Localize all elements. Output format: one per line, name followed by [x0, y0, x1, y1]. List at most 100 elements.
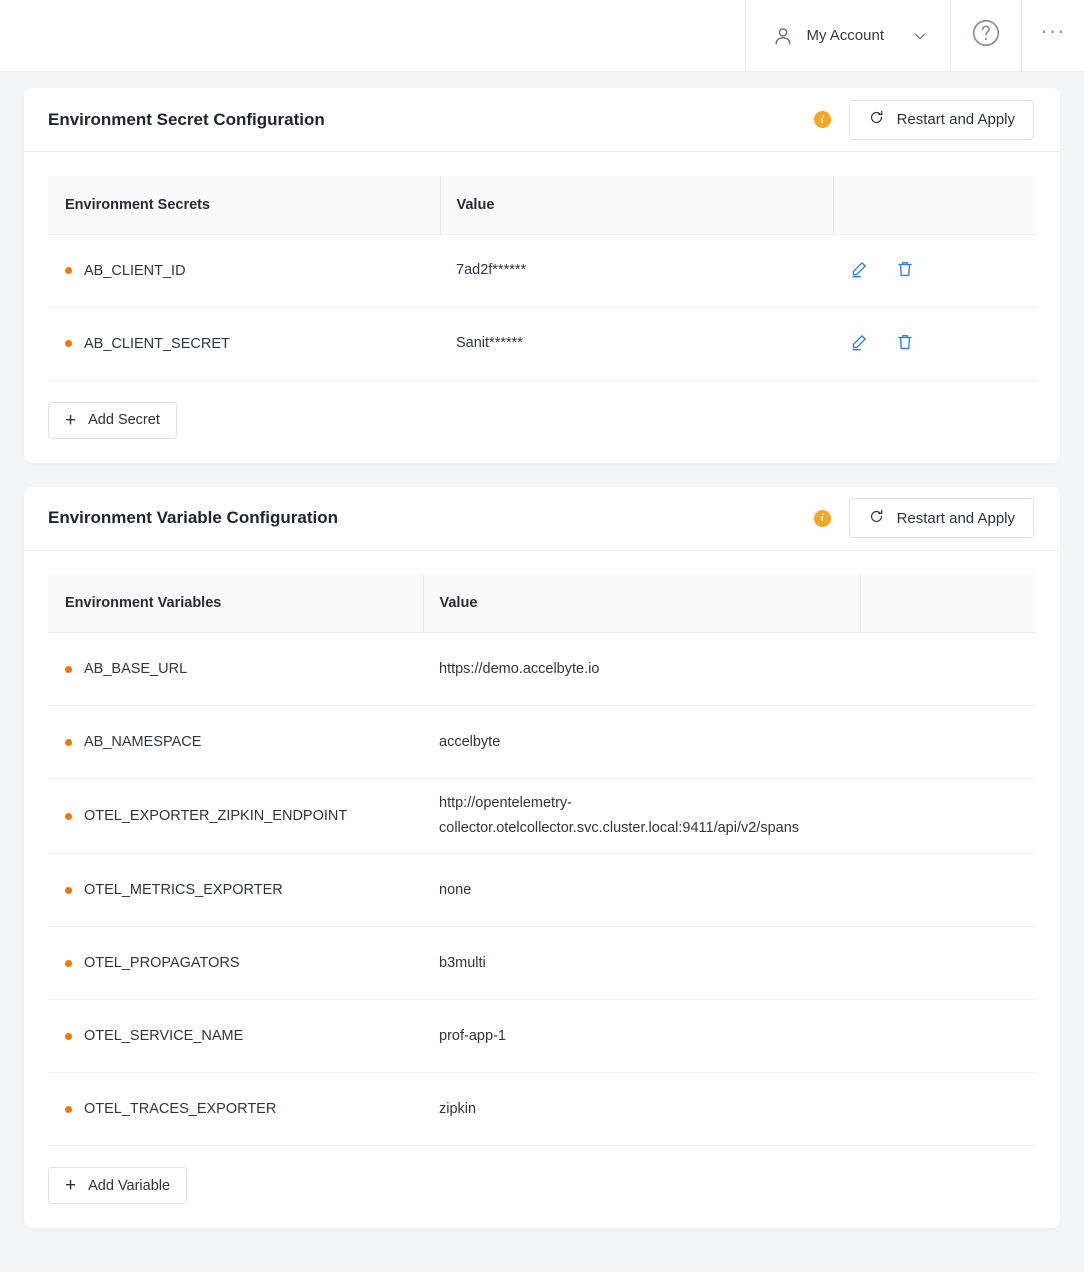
variable-actions-cell: [860, 999, 1036, 1073]
variable-value: accelbyte: [423, 705, 860, 779]
help-circle-icon: [970, 17, 1002, 54]
variable-name: OTEL_EXPORTER_ZIPKIN_ENDPOINT: [84, 808, 348, 824]
variable-name: OTEL_METRICS_EXPORTER: [84, 882, 283, 898]
restart-and-apply-button-secrets[interactable]: Restart and Apply: [848, 99, 1034, 140]
add-variable-button[interactable]: + Add Variable: [48, 1167, 188, 1204]
info-icon[interactable]: i: [813, 111, 831, 128]
status-dot-icon: [65, 340, 72, 347]
variable-name: OTEL_TRACES_EXPORTER: [84, 1101, 277, 1117]
more-options-button[interactable]: ···: [1022, 0, 1084, 71]
table-row: OTEL_METRICS_EXPORTER none: [48, 853, 1036, 927]
table-row: OTEL_SERVICE_NAME prof-app-1: [48, 999, 1036, 1073]
secret-name-cell: AB_CLIENT_ID: [48, 234, 440, 308]
status-dot-icon: [65, 886, 72, 894]
variables-card-header: Environment Variable Configuration i Res…: [24, 487, 1060, 551]
secrets-header-actions: i Restart and Apply: [813, 99, 1034, 140]
secrets-table-body: AB_CLIENT_ID 7ad2f****** AB_CLIENT_SECRE…: [48, 234, 1036, 381]
secret-name: AB_CLIENT_SECRET: [84, 335, 230, 352]
table-row: AB_CLIENT_ID 7ad2f******: [48, 234, 1036, 308]
variable-name-cell: OTEL_TRACES_EXPORTER: [48, 1072, 423, 1146]
variable-name-cell: AB_BASE_URL: [48, 632, 423, 706]
trash-icon: [895, 259, 915, 282]
table-row: AB_BASE_URL https://demo.accelbyte.io: [48, 632, 1036, 706]
table-row: OTEL_EXPORTER_ZIPKIN_ENDPOINT http://ope…: [48, 778, 1036, 854]
status-dot-icon: [65, 1032, 72, 1040]
table-row: OTEL_PROPAGATORS b3multi: [48, 926, 1036, 1000]
restart-and-apply-button-variables[interactable]: Restart and Apply: [848, 498, 1034, 538]
restart-and-apply-label: Restart and Apply: [896, 111, 1015, 128]
delete-secret-button[interactable]: [895, 259, 915, 282]
trash-icon: [895, 332, 915, 355]
environment-variable-configuration-card: Environment Variable Configuration i Res…: [24, 486, 1060, 1229]
status-dot-icon: [65, 959, 72, 967]
top-bar: My Account ···: [0, 0, 1084, 72]
variables-table: Environment Variables Value AB_BASE_URL: [48, 574, 1036, 1146]
refresh-icon: [868, 109, 885, 130]
variable-actions-cell: [860, 705, 1036, 779]
table-row: AB_NAMESPACE accelbyte: [48, 705, 1036, 779]
delete-secret-button[interactable]: [895, 332, 915, 355]
account-label: My Account: [806, 27, 884, 44]
variable-value: http://opentelemetry-collector.otelcolle…: [423, 778, 860, 854]
variable-name: AB_NAMESPACE: [84, 734, 202, 750]
variable-value: https://demo.accelbyte.io: [423, 632, 860, 706]
column-header-value: Value: [422, 574, 860, 633]
variable-value: none: [423, 853, 860, 927]
help-button[interactable]: [950, 0, 1022, 71]
environment-secret-configuration-card: Environment Secret Configuration i Resta…: [24, 88, 1060, 463]
secrets-card-body: Environment Secrets Value AB_CLIENT_ID 7…: [24, 152, 1060, 463]
variable-actions-cell: [860, 632, 1036, 706]
secret-name: AB_CLIENT_ID: [84, 262, 186, 279]
variable-name-cell: OTEL_PROPAGATORS: [48, 926, 423, 1000]
edit-secret-button[interactable]: [849, 332, 869, 355]
secret-value: 7ad2f******: [440, 234, 833, 308]
secrets-table: Environment Secrets Value AB_CLIENT_ID 7…: [48, 176, 1036, 381]
status-dot-icon: [65, 812, 72, 820]
column-header-actions: [859, 574, 1036, 633]
variable-value: zipkin: [423, 1072, 860, 1146]
variable-name: OTEL_PROPAGATORS: [84, 955, 240, 971]
variables-page-title: Environment Variable Configuration: [48, 508, 338, 527]
secrets-card-header: Environment Secret Configuration i Resta…: [24, 88, 1060, 152]
secrets-table-header-row: Environment Secrets Value: [48, 176, 1036, 235]
variables-card-body: Environment Variables Value AB_BASE_URL: [24, 551, 1060, 1229]
ellipsis-icon: ···: [1040, 17, 1066, 43]
variable-name-cell: AB_NAMESPACE: [48, 705, 423, 779]
edit-secret-button[interactable]: [849, 259, 869, 282]
secret-name-cell: AB_CLIENT_SECRET: [48, 307, 440, 381]
page-title: Environment Secret Configuration: [48, 109, 325, 129]
column-header-environment-variables: Environment Variables: [48, 574, 423, 633]
variable-actions-cell: [860, 778, 1036, 854]
add-secret-label: Add Secret: [88, 412, 160, 428]
plus-icon: +: [65, 1175, 77, 1196]
pencil-icon: [849, 259, 869, 282]
status-dot-icon: [65, 738, 72, 746]
table-row: AB_CLIENT_SECRET Sanit******: [48, 307, 1036, 381]
status-dot-icon: [65, 267, 72, 274]
variable-value: b3multi: [423, 926, 860, 1000]
variable-actions-cell: [860, 1072, 1036, 1146]
add-secret-row: + Add Secret: [48, 381, 1036, 463]
account-menu-button[interactable]: My Account: [745, 0, 950, 71]
secret-value: Sanit******: [440, 307, 833, 381]
variable-actions-cell: [860, 926, 1036, 1000]
variable-actions-cell: [860, 853, 1036, 927]
variables-table-body: AB_BASE_URL https://demo.accelbyte.io AB…: [48, 632, 1036, 1146]
status-dot-icon: [65, 1105, 72, 1113]
variable-name: OTEL_SERVICE_NAME: [84, 1028, 244, 1044]
variables-header-actions: i Restart and Apply: [813, 498, 1034, 538]
column-header-actions: [832, 176, 1036, 235]
variables-table-header-row: Environment Variables Value: [48, 574, 1036, 633]
variable-value: prof-app-1: [423, 999, 860, 1073]
variable-name-cell: OTEL_SERVICE_NAME: [48, 999, 423, 1073]
secret-actions-cell: [833, 234, 1036, 308]
add-variable-row: + Add Variable: [48, 1146, 1036, 1228]
pencil-icon: [849, 332, 869, 355]
add-secret-button[interactable]: + Add Secret: [48, 401, 177, 439]
variable-name-cell: OTEL_METRICS_EXPORTER: [48, 853, 423, 927]
secret-actions-cell: [833, 307, 1036, 381]
variable-name: AB_BASE_URL: [84, 661, 188, 677]
info-icon[interactable]: i: [813, 509, 831, 527]
table-row: OTEL_TRACES_EXPORTER zipkin: [48, 1072, 1036, 1146]
status-dot-icon: [65, 665, 72, 673]
